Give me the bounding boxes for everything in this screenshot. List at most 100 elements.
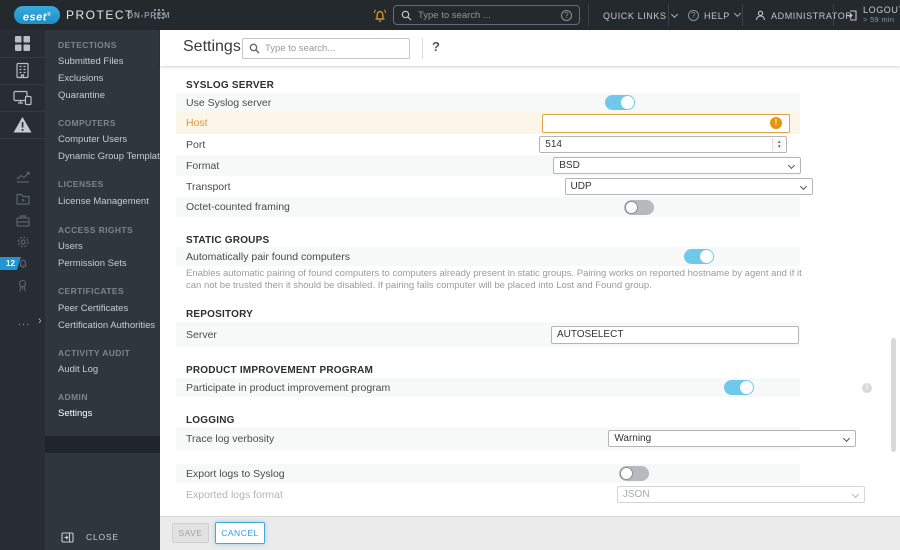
quick-links-label: QUICK LINKS — [603, 11, 667, 21]
octet-framing-toggle[interactable] — [623, 199, 654, 215]
chevron-down-icon — [670, 10, 678, 19]
rail-divider — [0, 111, 45, 112]
repository-server-input[interactable]: AUTOSELECT — [550, 325, 799, 344]
row-use-syslog: Use Syslog server — [176, 93, 800, 112]
section-header-computers: COMPUTERS — [58, 118, 116, 128]
logout-button[interactable]: LOGOUT > 59 min — [845, 6, 900, 24]
help-menu[interactable]: ? HELP — [688, 9, 741, 21]
topbar-divider — [742, 4, 743, 26]
global-search-input[interactable] — [418, 9, 555, 21]
settings-search-input[interactable] — [265, 43, 403, 54]
detections-icon[interactable] — [0, 116, 45, 134]
vertical-scrollbar[interactable] — [891, 338, 896, 452]
trace-verbosity-select[interactable]: Warning — [608, 430, 857, 447]
port-stepper[interactable]: ▲ ▼ — [772, 138, 786, 151]
chevron-down-icon — [788, 161, 796, 170]
row-auto-pair: Automatically pair found computers — [176, 247, 800, 266]
section-header-access-rights: ACCESS RIGHTS — [58, 225, 134, 235]
more-menu[interactable]: ... — [18, 316, 30, 328]
help-icon: ? — [688, 9, 699, 21]
help-label: HELP — [704, 11, 730, 21]
user-menu[interactable]: ADMINISTRATOR — [755, 10, 852, 21]
exported-format-label: Exported logs format — [186, 488, 283, 501]
footer-bar: SAVE CANCEL — [160, 516, 900, 550]
sidebar-item-exclusions[interactable]: Exclusions — [58, 72, 103, 86]
installers-icon[interactable] — [0, 214, 45, 227]
app-grid-icon[interactable] — [154, 9, 168, 22]
expand-sidebar-icon[interactable]: › — [38, 315, 42, 327]
computers-icon[interactable] — [0, 62, 45, 79]
repository-server-label: Server — [186, 328, 217, 341]
logout-label: LOGOUT — [863, 5, 900, 15]
section-syslog-server: SYSLOG SERVER — [186, 80, 274, 91]
trace-verbosity-label: Trace log verbosity — [186, 432, 275, 445]
format-value: BSD — [559, 160, 580, 171]
format-select[interactable]: BSD — [553, 157, 802, 174]
reports-icon[interactable] — [0, 170, 45, 183]
row-host: Host ! — [176, 112, 800, 134]
tasks-icon[interactable] — [0, 193, 45, 205]
sidebar-item-dynamic-group-templates[interactable]: Dynamic Group Templates — [58, 150, 170, 164]
row-transport: Transport UDP — [176, 176, 813, 197]
notification-bell-icon[interactable] — [371, 6, 389, 24]
row-repository-server: Server AUTOSELECT — [176, 322, 800, 347]
section-header-activity-audit: ACTIVITY AUDIT — [58, 348, 131, 358]
settings-search[interactable] — [242, 38, 410, 59]
policies-icon[interactable] — [0, 235, 45, 249]
app-window: eset® PROTECT ON-PREM ? QUICK LINKS ? HE… — [0, 0, 900, 550]
dashboard-icon[interactable] — [0, 35, 45, 52]
topbar-divider — [833, 4, 834, 26]
devices-icon[interactable] — [0, 89, 45, 106]
page-header: Settings ? — [160, 30, 900, 66]
collapse-sidebar-button[interactable]: CLOSE — [45, 528, 160, 546]
eset-logo-text: eset — [22, 11, 47, 24]
transport-select[interactable]: UDP — [564, 178, 813, 195]
sidebar-item-license-management[interactable]: License Management — [58, 195, 149, 209]
search-help-icon[interactable]: ? — [561, 9, 572, 21]
participate-toggle[interactable] — [724, 380, 755, 395]
rail-divider — [0, 57, 45, 58]
status-icon[interactable] — [0, 279, 45, 293]
section-header-detections: DETECTIONS — [58, 40, 117, 50]
section-logging: LOGGING — [186, 415, 235, 426]
row-octet-framing: Octet-counted framing — [176, 197, 800, 217]
sidebar-item-certification-authorities[interactable]: Certification Authorities — [58, 319, 155, 333]
settings-content: SYSLOG SERVER Use Syslog server Host ! P… — [160, 66, 900, 516]
exported-format-value: JSON — [622, 489, 650, 500]
auto-pair-toggle[interactable] — [684, 249, 714, 264]
row-participate: Participate in product improvement progr… — [176, 378, 800, 397]
logout-icon — [846, 9, 857, 21]
rail-divider — [0, 138, 45, 139]
sidebar-icon-rail: ... › — [0, 30, 45, 550]
cancel-button[interactable]: CANCEL — [215, 522, 265, 544]
sidebar-item-permission-sets[interactable]: Permission Sets — [58, 257, 127, 271]
chevron-down-icon — [733, 9, 741, 18]
rail-divider — [0, 84, 45, 85]
product-name: PROTECT — [66, 8, 134, 22]
sidebar-item-submitted-files[interactable]: Submitted Files — [58, 55, 123, 69]
search-icon — [401, 10, 412, 20]
port-input[interactable]: 514 ▲ ▼ — [539, 136, 788, 153]
quick-links-menu[interactable]: QUICK LINKS — [603, 10, 678, 21]
sidebar-item-computer-users[interactable]: Computer Users — [58, 133, 127, 147]
row-export-syslog: Export logs to Syslog — [176, 464, 800, 483]
sidebar-item-peer-certificates[interactable]: Peer Certificates — [58, 302, 128, 316]
host-input[interactable] — [541, 113, 790, 133]
use-syslog-toggle[interactable] — [605, 95, 636, 110]
sidebar-item-audit-log[interactable]: Audit Log — [58, 363, 98, 377]
chevron-down-icon — [799, 182, 807, 191]
user-label: ADMINISTRATOR — [771, 10, 853, 21]
octet-framing-label: Octet-counted framing — [186, 201, 290, 213]
global-search[interactable]: ? — [393, 5, 580, 25]
auto-pair-label: Automatically pair found computers — [186, 250, 350, 263]
sidebar-item-users[interactable]: Users — [58, 240, 83, 254]
sidebar-item-quarantine[interactable]: Quarantine — [58, 89, 105, 103]
save-button[interactable]: SAVE — [172, 523, 209, 543]
topbar-divider — [668, 4, 669, 26]
transport-label: Transport — [186, 180, 231, 193]
page-help-icon[interactable]: ? — [432, 39, 440, 54]
export-syslog-toggle[interactable] — [618, 466, 649, 481]
info-icon: i — [862, 383, 872, 393]
section-repository: REPOSITORY — [186, 309, 254, 320]
sidebar-item-settings[interactable]: Settings — [58, 407, 92, 421]
